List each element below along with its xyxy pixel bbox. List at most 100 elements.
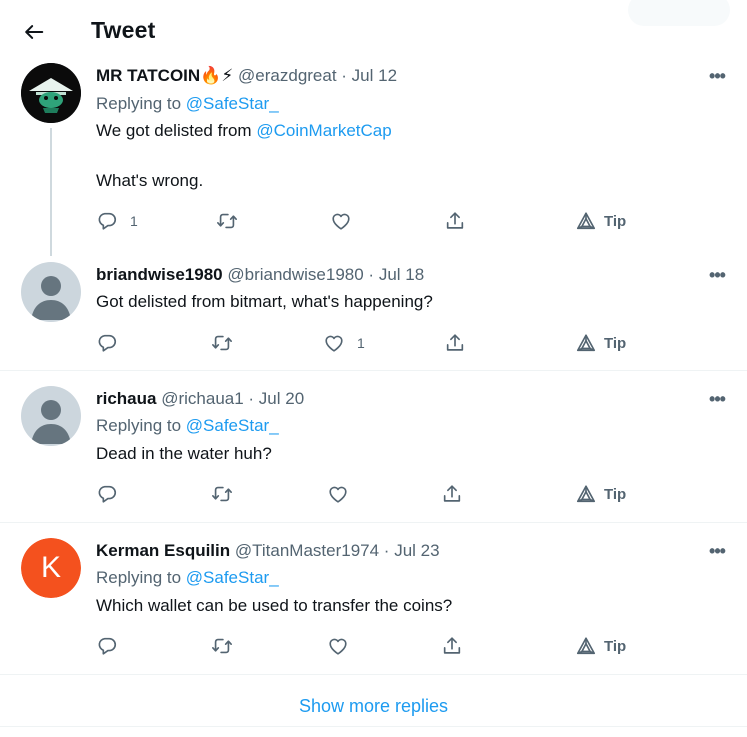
separator: · — [363, 265, 379, 284]
share-icon — [441, 483, 463, 505]
replying-prefix: Replying to — [96, 94, 186, 113]
thread-line — [50, 128, 52, 256]
action-bar: 1 Tip — [96, 209, 636, 233]
reply-icon — [96, 332, 118, 354]
author-name[interactable]: Kerman Esquilin — [96, 541, 230, 560]
reply-button[interactable] — [96, 482, 118, 506]
like-button[interactable] — [330, 209, 352, 233]
author-name[interactable]: briandwise1980 — [96, 265, 223, 284]
more-icon[interactable]: ••• — [705, 66, 729, 86]
tweet-header: briandwise1980 @briandwise1980 · Jul 18 — [96, 265, 424, 285]
like-icon — [327, 635, 349, 657]
tweet-text: We got delisted from @CoinMarketCap — [96, 121, 392, 141]
tweet-text-line2: What's wrong. — [96, 171, 204, 190]
like-count: 1 — [357, 335, 365, 351]
like-icon — [327, 483, 349, 505]
mention-link[interactable]: @CoinMarketCap — [256, 121, 391, 140]
share-button[interactable] — [444, 209, 466, 233]
replying-to: Replying to @SafeStar_ — [96, 94, 279, 114]
share-icon — [441, 635, 463, 657]
retweet-icon — [211, 635, 233, 657]
author-name[interactable]: richaua — [96, 389, 156, 408]
tweet-text: Dead in the water huh? — [96, 444, 272, 463]
reply-button[interactable] — [96, 634, 118, 658]
replying-to-link[interactable]: @SafeStar_ — [186, 94, 279, 113]
like-icon — [323, 332, 345, 354]
tip-label: Tip — [604, 637, 627, 655]
tweet-header: richaua @richaua1 · Jul 20 — [96, 389, 304, 409]
tip-button[interactable]: Tip — [575, 634, 626, 658]
show-more-replies-button[interactable]: Show more replies — [0, 686, 747, 726]
tip-icon — [575, 210, 597, 232]
separator: · — [379, 541, 395, 560]
more-icon[interactable]: ••• — [705, 265, 729, 285]
tip-label: Tip — [604, 334, 627, 352]
replying-prefix: Replying to — [96, 568, 186, 587]
divider — [0, 726, 747, 727]
reply-icon — [96, 483, 118, 505]
reply-icon — [96, 210, 118, 232]
avatar[interactable]: K — [21, 538, 81, 598]
tip-button[interactable]: Tip — [575, 482, 626, 506]
like-icon — [330, 210, 352, 232]
retweet-button[interactable] — [211, 482, 233, 506]
replying-to: Replying to @SafeStar_ — [96, 568, 279, 588]
author-handle[interactable]: @TitanMaster1974 — [235, 541, 379, 560]
tweet-header: MR TATCOIN🔥⚡ @erazdgreat · Jul 12 — [96, 66, 397, 86]
avatar[interactable] — [21, 262, 81, 322]
tweet-date[interactable]: Jul 12 — [352, 66, 397, 85]
share-icon — [444, 332, 466, 354]
retweet-button[interactable] — [211, 331, 233, 355]
tweet-item[interactable]: MR TATCOIN🔥⚡ @erazdgreat · Jul 12 ••• Re… — [0, 60, 747, 260]
action-bar: Tip — [96, 634, 636, 658]
like-button[interactable]: 1 — [323, 331, 365, 355]
reply-button[interactable] — [96, 331, 130, 355]
tip-button[interactable]: Tip — [575, 209, 626, 233]
more-icon[interactable]: ••• — [705, 389, 729, 409]
retweet-button[interactable] — [216, 209, 238, 233]
share-button[interactable] — [441, 482, 463, 506]
retweet-icon — [216, 210, 238, 232]
author-emoji: 🔥⚡ — [200, 66, 234, 85]
page-header: Tweet — [0, 0, 747, 60]
tip-icon — [575, 635, 597, 657]
tweet-item[interactable]: richaua @richaua1 · Jul 20 ••• Replying … — [0, 371, 747, 523]
back-arrow-icon[interactable] — [20, 18, 48, 46]
author-handle[interactable]: @richaua1 — [161, 389, 243, 408]
tweet-text: Which wallet can be used to transfer the… — [96, 596, 453, 615]
tweet-date[interactable]: Jul 20 — [259, 389, 304, 408]
tweet-item[interactable]: K Kerman Esquilin @TitanMaster1974 · Jul… — [0, 523, 747, 675]
author-handle[interactable]: @erazdgreat — [238, 66, 337, 85]
avatar[interactable] — [21, 386, 81, 446]
tip-icon — [575, 483, 597, 505]
reply-icon — [96, 635, 118, 657]
tip-icon — [575, 332, 597, 354]
tip-label: Tip — [604, 212, 627, 230]
tweet-text-prefix: We got delisted from — [96, 121, 257, 140]
avatar[interactable] — [21, 63, 81, 123]
tweet-date[interactable]: Jul 23 — [394, 541, 439, 560]
share-button[interactable] — [441, 634, 463, 658]
tip-button[interactable]: Tip — [575, 331, 626, 355]
share-button[interactable] — [444, 331, 466, 355]
retweet-icon — [211, 332, 233, 354]
author-name[interactable]: MR TATCOIN — [96, 66, 200, 85]
avatar-letter: K — [21, 538, 81, 598]
tweet-date[interactable]: Jul 18 — [379, 265, 424, 284]
action-bar: Tip — [96, 482, 636, 506]
replying-to: Replying to @SafeStar_ — [96, 416, 279, 436]
replying-to-link[interactable]: @SafeStar_ — [186, 568, 279, 587]
replying-to-link[interactable]: @SafeStar_ — [186, 416, 279, 435]
retweet-icon — [211, 483, 233, 505]
tweet-item[interactable]: briandwise1980 @briandwise1980 · Jul 18 … — [0, 260, 747, 371]
like-button[interactable] — [327, 634, 349, 658]
reply-button[interactable]: 1 — [96, 209, 138, 233]
more-icon[interactable]: ••• — [705, 541, 729, 561]
replying-prefix: Replying to — [96, 416, 186, 435]
author-handle[interactable]: @briandwise1980 — [227, 265, 363, 284]
header-search-pill — [628, 0, 730, 26]
reply-count: 1 — [130, 213, 138, 229]
action-bar: 1 Tip — [96, 331, 636, 355]
retweet-button[interactable] — [211, 634, 233, 658]
like-button[interactable] — [327, 482, 349, 506]
